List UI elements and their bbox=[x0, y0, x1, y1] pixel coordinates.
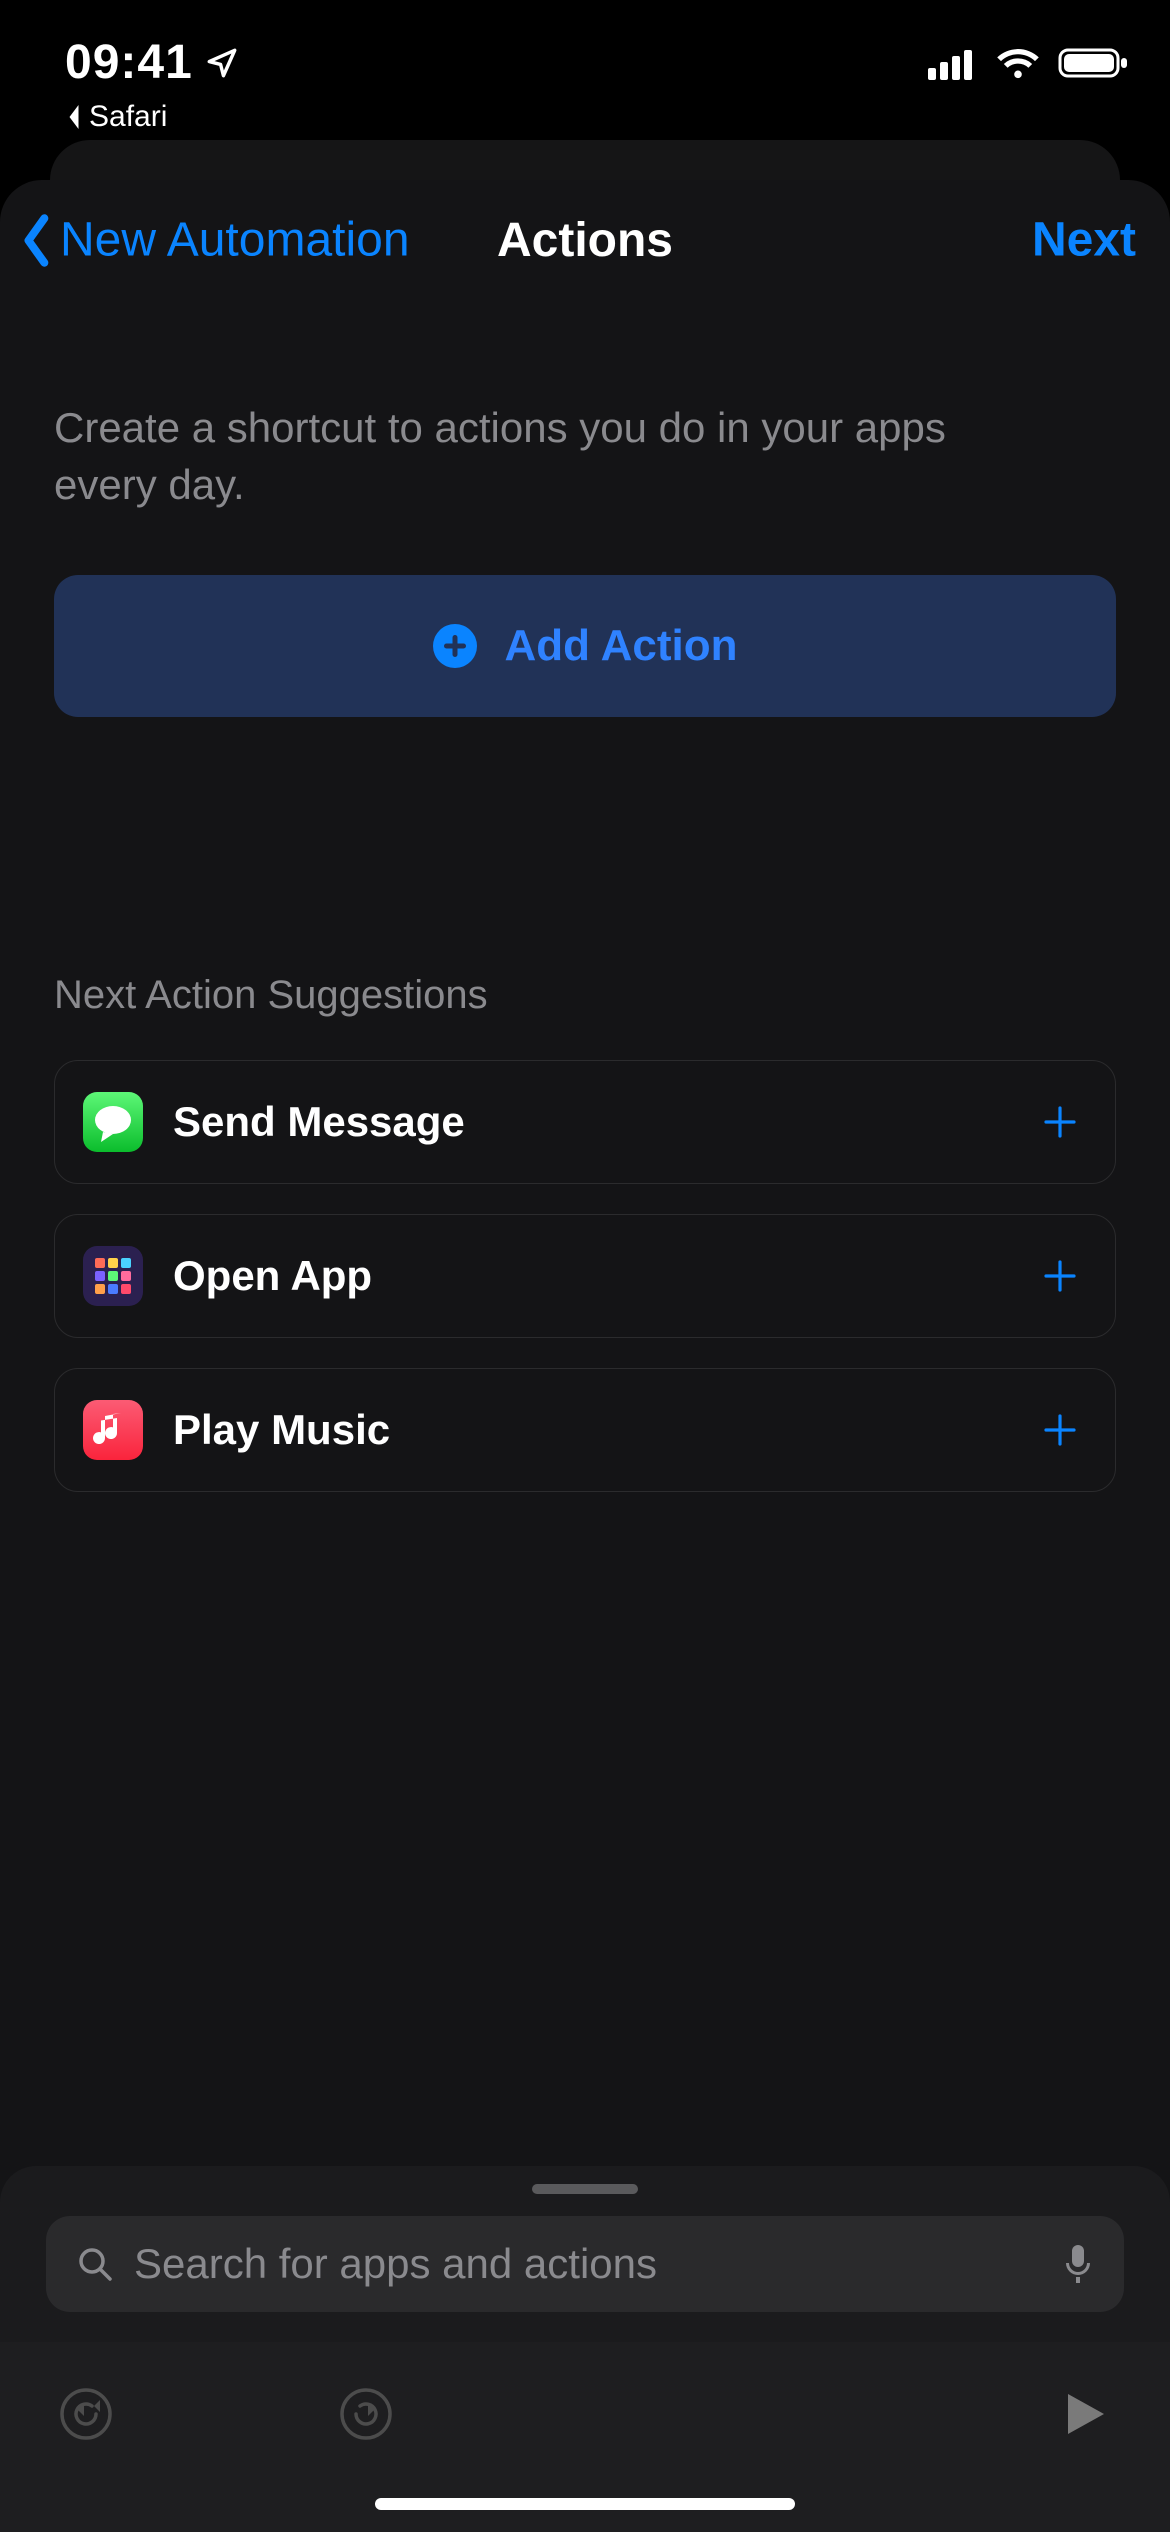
search-field[interactable]: Search for apps and actions bbox=[46, 2216, 1124, 2312]
plus-icon bbox=[1041, 1411, 1079, 1449]
suggestions-list: Send Message Open App bbox=[54, 1060, 1116, 1492]
navbar: New Automation Actions Next bbox=[0, 180, 1170, 300]
suggestion-row-send-message[interactable]: Send Message bbox=[54, 1060, 1116, 1184]
plus-circle-icon bbox=[433, 624, 477, 668]
status-time: 09:41 bbox=[65, 35, 193, 90]
breadcrumb-back-to-app[interactable]: Safari bbox=[65, 100, 239, 134]
breadcrumb-app-label: Safari bbox=[89, 100, 167, 134]
add-suggestion-button[interactable] bbox=[1035, 1405, 1085, 1455]
dictation-button[interactable] bbox=[1062, 2243, 1094, 2285]
location-arrow-icon bbox=[205, 46, 239, 80]
status-bar-left: 09:41 Safari bbox=[65, 35, 239, 134]
actions-sheet: New Automation Actions Next Create a sho… bbox=[0, 180, 1170, 2532]
nav-next-label: Next bbox=[1032, 214, 1136, 267]
chevron-left-icon bbox=[20, 213, 56, 267]
messages-app-icon bbox=[83, 1092, 143, 1152]
add-action-label: Add Action bbox=[505, 621, 738, 671]
wifi-icon bbox=[994, 46, 1042, 80]
microphone-icon bbox=[1062, 2243, 1094, 2285]
intro-text: Create a shortcut to actions you do in y… bbox=[54, 400, 1014, 513]
redo-icon bbox=[338, 2386, 394, 2442]
suggestion-row-open-app[interactable]: Open App bbox=[54, 1214, 1116, 1338]
search-panel[interactable]: Search for apps and actions bbox=[0, 2166, 1170, 2342]
add-suggestion-button[interactable] bbox=[1035, 1251, 1085, 1301]
suggestion-label: Play Music bbox=[173, 1406, 1005, 1454]
battery-icon bbox=[1058, 46, 1130, 80]
status-bar: 09:41 Safari bbox=[0, 0, 1170, 130]
apps-grid-icon bbox=[83, 1246, 143, 1306]
search-icon bbox=[76, 2245, 114, 2283]
suggestion-row-play-music[interactable]: Play Music bbox=[54, 1368, 1116, 1492]
page-title: Actions bbox=[497, 213, 673, 268]
status-time-row: 09:41 bbox=[65, 35, 239, 90]
nav-back-label: New Automation bbox=[60, 213, 410, 268]
apple-music-icon bbox=[83, 1400, 143, 1460]
status-bar-right bbox=[928, 35, 1130, 91]
undo-icon bbox=[58, 2386, 114, 2442]
back-caret-icon bbox=[65, 102, 83, 132]
play-button[interactable] bbox=[1054, 2384, 1114, 2444]
suggestions-heading: Next Action Suggestions bbox=[54, 973, 1116, 1018]
play-icon bbox=[1058, 2388, 1110, 2440]
plus-icon bbox=[1041, 1257, 1079, 1295]
search-placeholder: Search for apps and actions bbox=[134, 2240, 1042, 2288]
nav-back-button[interactable]: New Automation bbox=[20, 213, 410, 268]
sheet-grabber[interactable] bbox=[532, 2184, 638, 2194]
redo-button[interactable] bbox=[336, 2384, 396, 2444]
undo-button[interactable] bbox=[56, 2384, 116, 2444]
plus-icon bbox=[1041, 1103, 1079, 1141]
suggestion-label: Send Message bbox=[173, 1098, 1005, 1146]
nav-next-button[interactable]: Next bbox=[1032, 213, 1136, 268]
home-indicator[interactable] bbox=[375, 2498, 795, 2510]
add-action-button[interactable]: Add Action bbox=[54, 575, 1116, 717]
suggestion-label: Open App bbox=[173, 1252, 1005, 1300]
cellular-icon bbox=[928, 46, 978, 80]
add-suggestion-button[interactable] bbox=[1035, 1097, 1085, 1147]
